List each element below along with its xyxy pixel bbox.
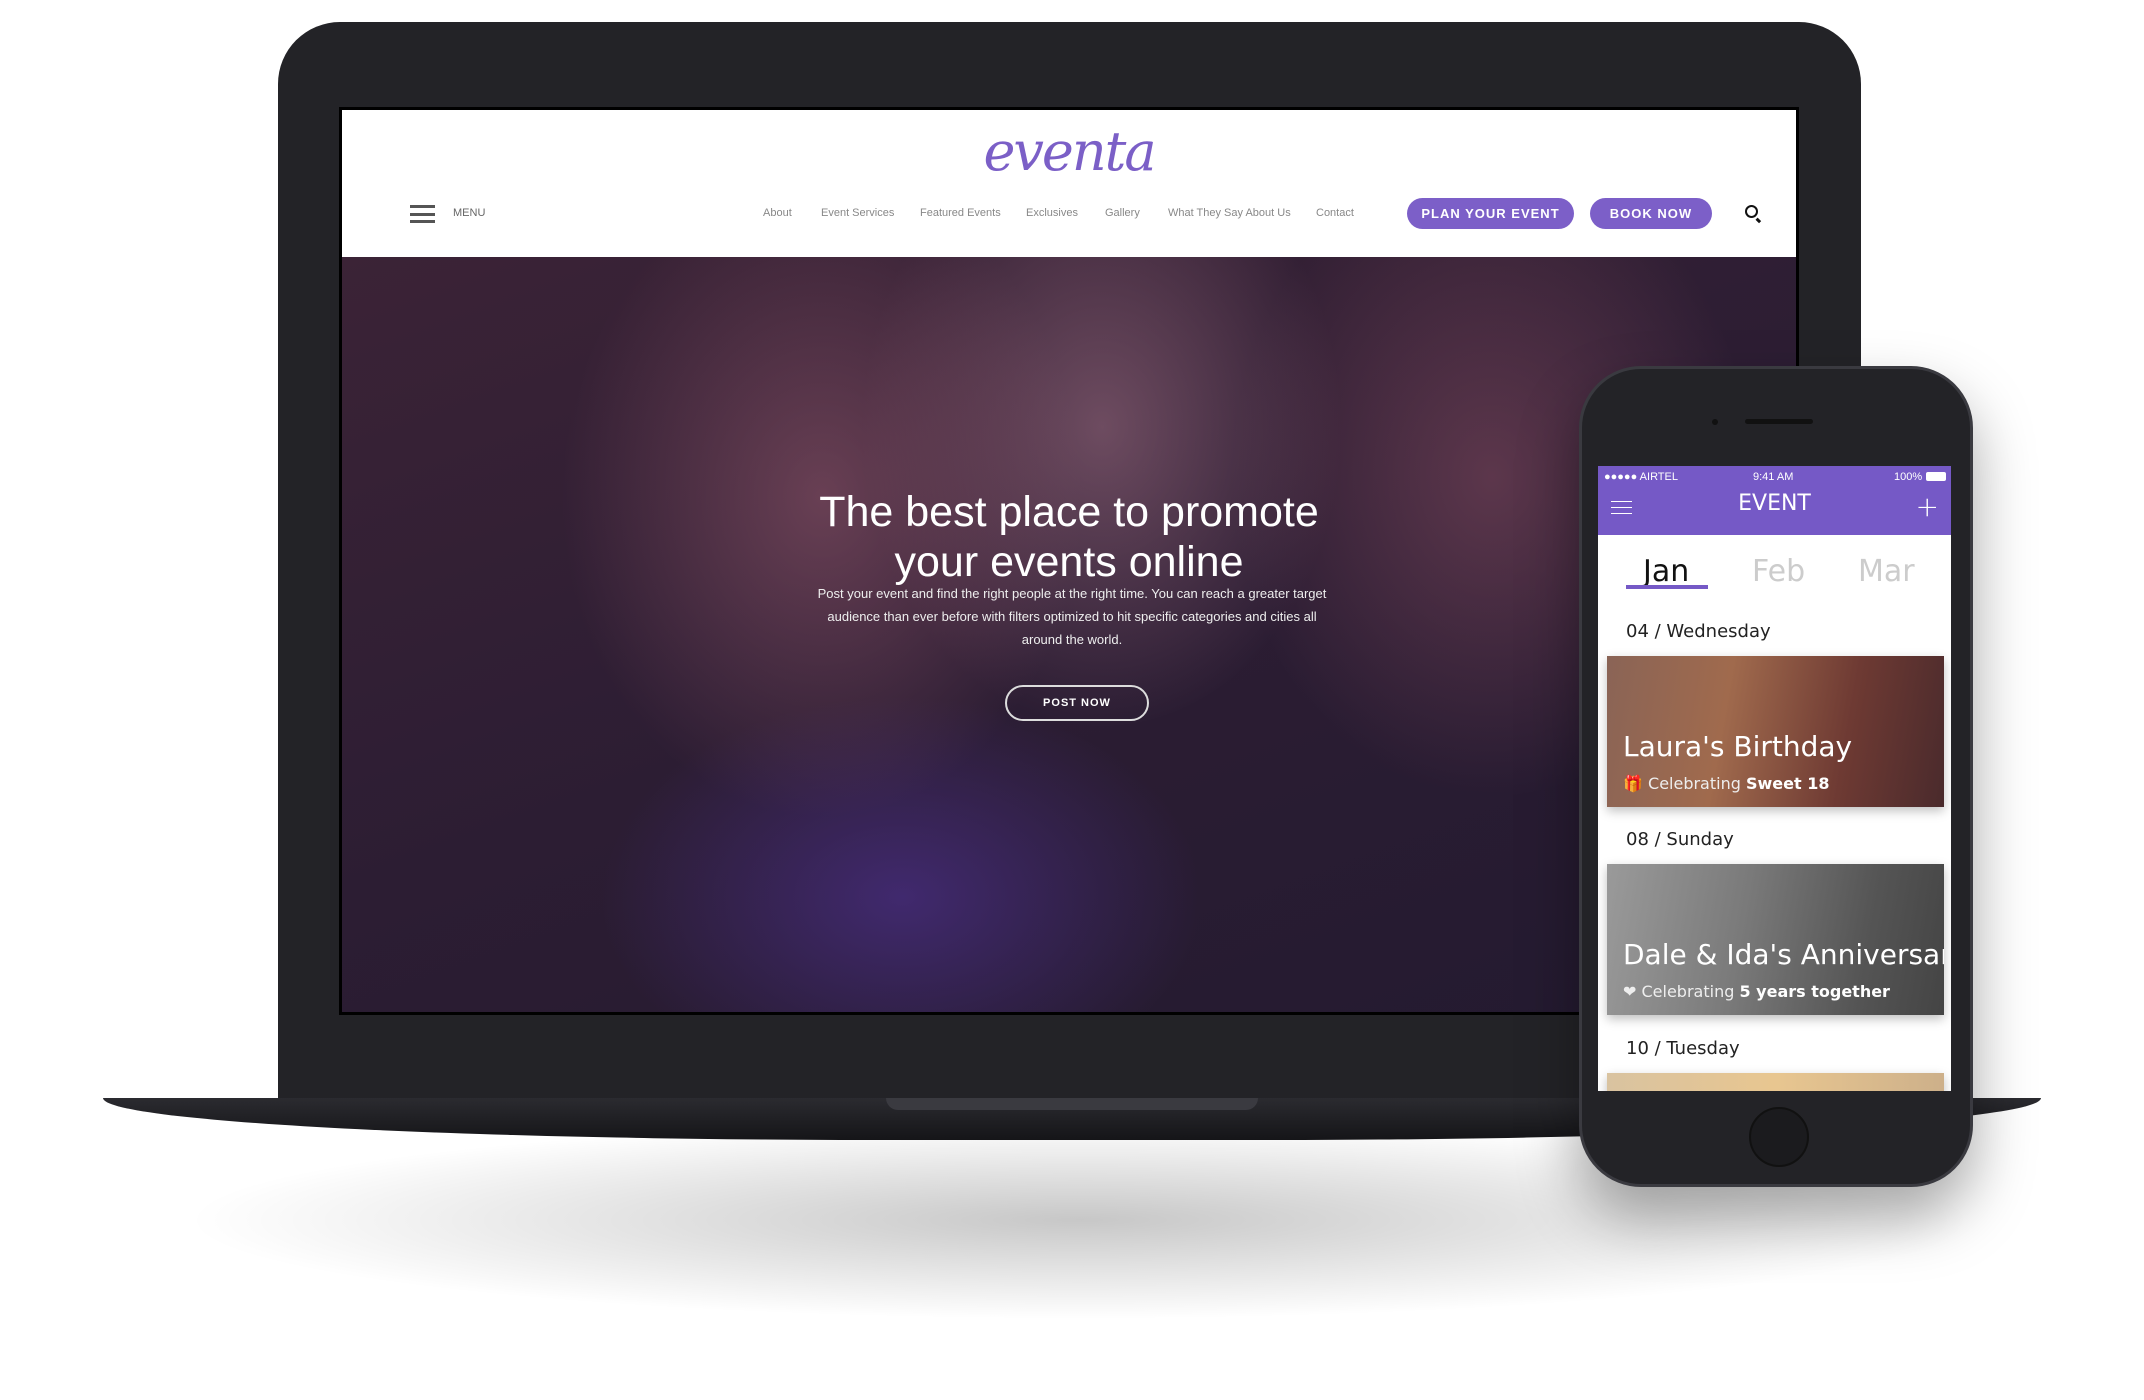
battery-icon: [1926, 472, 1946, 481]
post-now-button[interactable]: POST NOW: [1005, 685, 1149, 721]
menu-label[interactable]: MENU: [453, 207, 485, 219]
nav-gallery[interactable]: Gallery: [1105, 207, 1140, 219]
event-title: Dale & Ida's Anniversary: [1623, 938, 1944, 971]
event-date: 10 / Tuesday: [1626, 1038, 1740, 1059]
hero-text: Post your event and find the right peopl…: [817, 586, 1327, 647]
event-date: 04 / Wednesday: [1626, 621, 1771, 642]
tab-feb[interactable]: Feb: [1752, 554, 1805, 589]
laptop-notch: [886, 1098, 1258, 1110]
hero-title: The best place to promote your events on…: [819, 488, 1319, 586]
tab-mar[interactable]: Mar: [1858, 554, 1915, 589]
battery-level: 100%: [1894, 471, 1923, 483]
nav-contact[interactable]: Contact: [1316, 207, 1354, 219]
event-card-lauras-birthday[interactable]: Laura's Birthday 🎁 Celebrating Sweet 18: [1607, 656, 1944, 807]
app-header: ●●●●● AIRTEL 9:41 AM 100% EVENT +: [1598, 466, 1951, 535]
speaker: [1745, 419, 1813, 424]
hearts-icon: ❤: [1623, 982, 1642, 1001]
app-title: EVENT: [1738, 491, 1811, 516]
hamburger-menu-icon[interactable]: [410, 205, 435, 223]
gift-icon: 🎁: [1623, 774, 1649, 793]
logo[interactable]: eventa: [342, 120, 1796, 183]
nav-exclusives[interactable]: Exclusives: [1026, 207, 1078, 219]
site-header: eventa MENU About Event Services Feature…: [342, 110, 1796, 257]
event-date: 08 / Sunday: [1626, 829, 1734, 850]
event-card-partial[interactable]: [1607, 1073, 1944, 1091]
nav-about[interactable]: About: [763, 207, 792, 219]
book-now-button[interactable]: BOOK NOW: [1590, 198, 1712, 229]
hero-section: The best place to promote your events on…: [342, 257, 1796, 1012]
phone-screen: ●●●●● AIRTEL 9:41 AM 100% EVENT + Jan Fe…: [1598, 466, 1951, 1091]
plan-your-event-button[interactable]: PLAN YOUR EVENT: [1407, 198, 1574, 229]
event-subtitle: ❤ Celebrating 5 years together: [1623, 982, 1890, 1001]
active-tab-indicator: [1626, 585, 1708, 589]
tab-jan[interactable]: Jan: [1643, 554, 1689, 589]
event-title: Laura's Birthday: [1623, 730, 1853, 763]
add-icon[interactable]: +: [1916, 490, 1939, 523]
home-button[interactable]: [1749, 1107, 1809, 1167]
status-time: 9:41 AM: [1753, 471, 1794, 483]
carrier: ●●●●● AIRTEL: [1604, 471, 1678, 483]
event-card-anniversary[interactable]: Dale & Ida's Anniversary ❤ Celebrating 5…: [1607, 864, 1944, 1015]
phone: ●●●●● AIRTEL 9:41 AM 100% EVENT + Jan Fe…: [1579, 366, 1973, 1187]
nav-featured-events[interactable]: Featured Events: [920, 207, 1001, 219]
event-subtitle: 🎁 Celebrating Sweet 18: [1623, 774, 1830, 793]
search-icon[interactable]: [1745, 205, 1758, 218]
nav-testimonials[interactable]: What They Say About Us: [1168, 207, 1291, 219]
camera: [1712, 419, 1718, 425]
nav-event-services[interactable]: Event Services: [821, 207, 894, 219]
